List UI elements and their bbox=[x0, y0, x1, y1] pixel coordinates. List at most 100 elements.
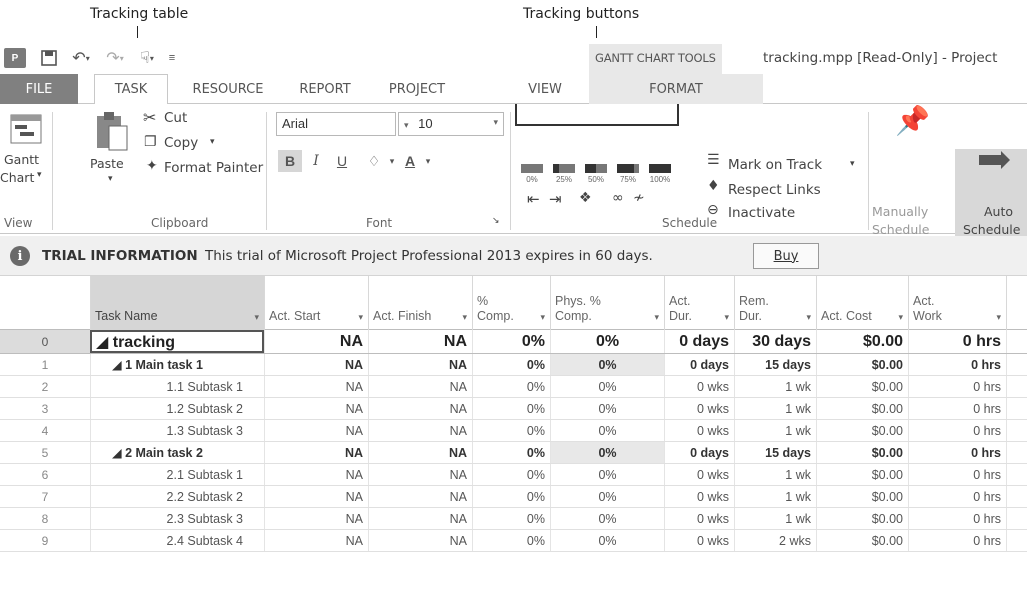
pct-complete-twenty-five-button[interactable]: 25% bbox=[551, 164, 577, 186]
column-header-act-dur[interactable]: Act. Dur. ▾ bbox=[664, 276, 734, 330]
manually-schedule-label-1[interactable]: Manually bbox=[872, 204, 928, 219]
cell-finish[interactable]: NA bbox=[368, 508, 472, 529]
cell-phys[interactable]: 0% bbox=[550, 486, 664, 507]
column-header-act-start[interactable]: Act. Start ▾ bbox=[264, 276, 368, 330]
cell-phys[interactable]: 0% bbox=[550, 530, 664, 551]
cell-phys[interactable]: 0% bbox=[550, 508, 664, 529]
column-header-act-cost[interactable]: Act. Cost ▾ bbox=[816, 276, 908, 330]
cell-act-dur[interactable]: 0 days bbox=[664, 442, 734, 463]
copy-dropdown-icon[interactable]: ▾ bbox=[210, 137, 215, 147]
table-row[interactable]: 2 1.1 Subtask 1 NA NA 0% 0% 0 wks 1 wk $0.00 0 hr… bbox=[0, 376, 1027, 398]
table-row[interactable]: 1 ◢ 1 Main task 1 NA NA 0% 0% 0 days 15 days $0.… bbox=[0, 354, 1027, 376]
tab-view[interactable]: VIEW bbox=[520, 74, 570, 104]
cell-id[interactable]: 0 bbox=[0, 330, 90, 353]
cell-act-dur[interactable]: 0 wks bbox=[664, 530, 734, 551]
cut-button[interactable]: Cut bbox=[164, 110, 187, 126]
buy-button[interactable]: Buy bbox=[753, 243, 819, 269]
cell-work[interactable]: 0 hrs bbox=[908, 530, 1006, 551]
mark-on-track-icon[interactable]: ☰ bbox=[707, 152, 720, 168]
cell-cost[interactable]: $0.00 bbox=[816, 330, 908, 353]
cell-id[interactable]: 9 bbox=[0, 530, 90, 551]
tab-resource[interactable]: RESOURCE bbox=[178, 74, 278, 104]
cell-start[interactable]: NA bbox=[264, 442, 368, 463]
gantt-chart-label-1[interactable]: Gantt bbox=[4, 152, 39, 167]
cell-name[interactable]: 2.4 Subtask 4 bbox=[90, 530, 264, 551]
cell-cost[interactable]: $0.00 bbox=[816, 508, 908, 529]
column-header-phys-comp[interactable]: Phys. % Comp. ▾ bbox=[550, 276, 664, 330]
cell-work[interactable]: 0 hrs bbox=[908, 508, 1006, 529]
cell-pad[interactable] bbox=[1006, 354, 1027, 375]
column-header-rem-dur[interactable]: Rem. Dur. ▾ bbox=[734, 276, 816, 330]
mark-on-track-dropdown-icon[interactable]: ▾ bbox=[850, 159, 855, 169]
table-row[interactable]: 8 2.3 Subtask 3 NA NA 0% 0% 0 wks 1 wk $0.00 0 hr… bbox=[0, 508, 1027, 530]
cell-pad[interactable] bbox=[1006, 330, 1027, 353]
cell-name[interactable]: 1.3 Subtask 3 bbox=[90, 420, 264, 441]
mark-on-track-button[interactable]: Mark on Track bbox=[728, 157, 822, 173]
table-row[interactable]: 5 ◢ 2 Main task 2 NA NA 0% 0% 0 days 15 days $0.… bbox=[0, 442, 1027, 464]
format-painter-icon[interactable]: ✦ bbox=[146, 158, 158, 174]
cell-rem-dur[interactable]: 1 wk bbox=[734, 398, 816, 419]
cell-finish[interactable]: NA bbox=[368, 420, 472, 441]
cell-name[interactable]: 2.3 Subtask 3 bbox=[90, 508, 264, 529]
cell-phys[interactable]: 0% bbox=[550, 464, 664, 485]
cell-finish[interactable]: NA bbox=[368, 442, 472, 463]
cell-phys[interactable]: 0% bbox=[550, 330, 664, 353]
cell-phys[interactable]: 0% bbox=[550, 420, 664, 441]
cell-work[interactable]: 0 hrs bbox=[908, 354, 1006, 375]
cell-pct[interactable]: 0% bbox=[472, 420, 550, 441]
cell-pct[interactable]: 0% bbox=[472, 442, 550, 463]
cell-pct[interactable]: 0% bbox=[472, 330, 550, 353]
cell-start[interactable]: NA bbox=[264, 508, 368, 529]
font-family-select[interactable]: Arial bbox=[276, 112, 396, 136]
cell-rem-dur[interactable]: 1 wk bbox=[734, 486, 816, 507]
column-header-next[interactable] bbox=[1006, 276, 1027, 330]
cell-id[interactable]: 6 bbox=[0, 464, 90, 485]
italic-button[interactable]: I bbox=[304, 150, 328, 172]
cell-start[interactable]: NA bbox=[264, 330, 368, 353]
cell-id[interactable]: 1 bbox=[0, 354, 90, 375]
cell-name[interactable]: ◢ 1 Main task 1 bbox=[90, 354, 264, 375]
cell-work[interactable]: 0 hrs bbox=[908, 376, 1006, 397]
cell-start[interactable]: NA bbox=[264, 398, 368, 419]
paste-dropdown-icon[interactable]: ▾ bbox=[108, 174, 113, 184]
column-header-act-work[interactable]: Act. Work ▾ bbox=[908, 276, 1006, 330]
cell-name[interactable]: 2.1 Subtask 1 bbox=[90, 464, 264, 485]
cell-start[interactable]: NA bbox=[264, 354, 368, 375]
respect-links-icon[interactable]: ♦ bbox=[707, 178, 720, 194]
cell-pct[interactable]: 0% bbox=[472, 508, 550, 529]
pct-complete-seventy-five-button[interactable]: 75% bbox=[615, 164, 641, 186]
outdent-icon[interactable]: ⇤ bbox=[527, 190, 540, 208]
table-row[interactable]: 4 1.3 Subtask 3 NA NA 0% 0% 0 wks 1 wk $0.00 0 hr… bbox=[0, 420, 1027, 442]
cell-rem-dur[interactable]: 15 days bbox=[734, 442, 816, 463]
touch-mode-icon[interactable]: ☟ ▾ bbox=[132, 48, 162, 68]
cell-phys[interactable]: 0% bbox=[550, 376, 664, 397]
tab-file[interactable]: FILE bbox=[0, 74, 78, 104]
cell-name[interactable]: 2.2 Subtask 2 bbox=[90, 486, 264, 507]
cell-start[interactable]: NA bbox=[264, 530, 368, 551]
cell-pct[interactable]: 0% bbox=[472, 398, 550, 419]
cell-cost[interactable]: $0.00 bbox=[816, 442, 908, 463]
cell-id[interactable]: 3 bbox=[0, 398, 90, 419]
cell-pad[interactable] bbox=[1006, 420, 1027, 441]
cell-pct[interactable]: 0% bbox=[472, 376, 550, 397]
filter-dropdown-icon[interactable]: ▾ bbox=[724, 312, 729, 323]
select-all-corner[interactable] bbox=[0, 276, 90, 330]
cell-pad[interactable] bbox=[1006, 508, 1027, 529]
unlink-tasks-icon[interactable]: ≁ bbox=[633, 190, 645, 206]
filter-dropdown-icon[interactable]: ▾ bbox=[462, 312, 467, 323]
pct-complete-hundred-button[interactable]: 100% bbox=[647, 164, 673, 186]
paste-icon[interactable] bbox=[95, 110, 129, 152]
cell-act-dur[interactable]: 0 wks bbox=[664, 420, 734, 441]
table-row[interactable]: 3 1.2 Subtask 2 NA NA 0% 0% 0 wks 1 wk $0.00 0 hr… bbox=[0, 398, 1027, 420]
cell-finish[interactable]: NA bbox=[368, 398, 472, 419]
cell-work[interactable]: 0 hrs bbox=[908, 398, 1006, 419]
cell-start[interactable]: NA bbox=[264, 376, 368, 397]
cell-name[interactable]: 1.2 Subtask 2 bbox=[90, 398, 264, 419]
column-header-pct-comp[interactable]: % Comp. ▾ bbox=[472, 276, 550, 330]
font-color-dropdown-icon[interactable]: ▾ bbox=[416, 150, 440, 172]
cell-work[interactable]: 0 hrs bbox=[908, 442, 1006, 463]
cell-cost[interactable]: $0.00 bbox=[816, 530, 908, 551]
copy-icon[interactable]: ❐ bbox=[144, 134, 157, 150]
cell-start[interactable]: NA bbox=[264, 464, 368, 485]
undo-icon[interactable]: ↶ ▾ bbox=[64, 48, 98, 68]
